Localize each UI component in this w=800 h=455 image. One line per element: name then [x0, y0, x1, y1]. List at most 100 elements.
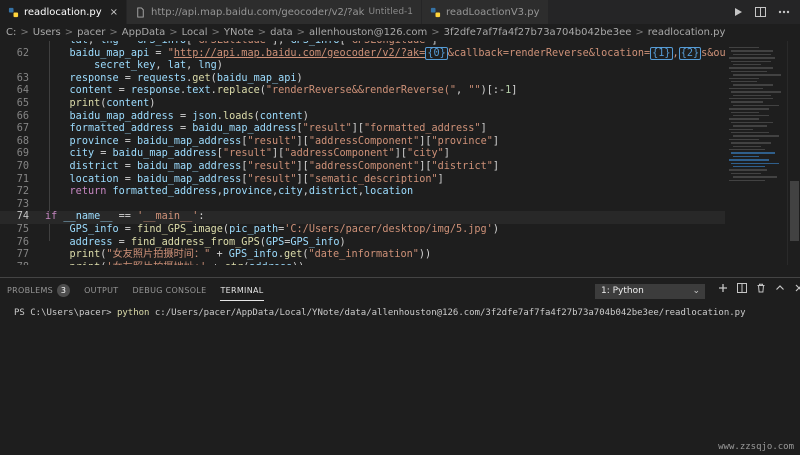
minimap-line: [731, 142, 771, 144]
breadcrumb-item[interactable]: Users: [33, 27, 61, 38]
minimap-line: [729, 159, 769, 161]
code-line[interactable]: 77 print("女友照片拍摄时间：" + GPS_info.get("dat…: [0, 249, 725, 262]
tab-readloactionv3[interactable]: readLoactionV3.py: [422, 0, 549, 24]
trash-icon[interactable]: [756, 283, 766, 293]
minimap-line: [733, 53, 771, 56]
code-text: if __name__ == '__main__':: [45, 211, 205, 223]
breadcrumb-item[interactable]: C:: [6, 27, 16, 38]
editor-scrollbar[interactable]: [787, 41, 800, 265]
breadcrumb-item[interactable]: readlocation.py: [648, 27, 726, 38]
minimap-line: [729, 149, 765, 151]
breadcrumb-item[interactable]: allenhouston@126.com: [309, 27, 427, 38]
line-number: 67: [16, 123, 29, 135]
terminal-args: c:/Users/pacer/AppData/Local/YNote/data/…: [149, 308, 746, 318]
code-text: GPS_info = find_GPS_image(pic_path='C:/U…: [69, 223, 499, 235]
breadcrumb: C: > Users > pacer > AppData > Local > YNote > data >…: [0, 24, 800, 41]
minimap-line: [729, 179, 765, 181]
minimap-line: [729, 47, 759, 49]
minimap-line: [731, 132, 769, 134]
breadcrumb-separator: >: [431, 27, 440, 38]
scrollbar-thumb[interactable]: [790, 181, 799, 241]
code-text: baidu_map_address = json.loads(content): [69, 110, 309, 122]
minimap-line: [729, 108, 769, 110]
minimap-line: [731, 121, 773, 124]
tab-sublabel: Untitled-1: [368, 7, 414, 17]
more-icon[interactable]: [778, 10, 790, 14]
minimap-line: [729, 67, 773, 69]
split-editor-icon[interactable]: [755, 7, 766, 17]
code-line[interactable]: 62 baidu_map_api = "http://api.map.baidu…: [0, 46, 725, 61]
breadcrumb-item[interactable]: AppData: [122, 27, 165, 38]
breadcrumb-separator: >: [64, 27, 74, 38]
minimap-line: [733, 104, 779, 107]
tab-untitled[interactable]: http://api.map.baidu.com/geocoder/v2/?ak…: [127, 0, 423, 24]
minimap-line: [733, 125, 767, 127]
tab-label: readlocation.py: [24, 6, 102, 18]
code-line[interactable]: 64 content = response.text.replace("rend…: [0, 85, 725, 98]
code-line[interactable]: 78 print('女友照片拍摄地址:' + str(address)): [0, 262, 725, 265]
terminal-output[interactable]: PS C:\Users\pacer> python c:/Users/pacer…: [14, 308, 746, 318]
breadcrumb-item[interactable]: data: [270, 27, 293, 38]
code-line[interactable]: 72 return formatted_address,province,cit…: [0, 186, 725, 199]
code-line[interactable]: 70 district = baidu_map_address["result"…: [0, 161, 725, 174]
minimap-line: [729, 138, 759, 141]
minimap-line: [729, 98, 773, 100]
code-line[interactable]: 73: [0, 199, 725, 212]
minimap-line: [731, 50, 773, 52]
panel-tab-terminal[interactable]: TERMINAL: [213, 278, 270, 304]
tab-close-icon[interactable]: ×: [110, 7, 118, 18]
tab-readlocation[interactable]: readlocation.py ×: [0, 0, 128, 24]
panel-tab-problems[interactable]: PROBLEMS 3: [0, 278, 77, 304]
code-line[interactable]: 76 address = find_address_from_GPS(GPS=G…: [0, 237, 725, 250]
minimap-line: [731, 111, 759, 113]
breadcrumb-item[interactable]: YNote: [224, 27, 254, 38]
close-icon[interactable]: [794, 283, 800, 293]
code-line[interactable]: 69 city = baidu_map_address["result"]["a…: [0, 148, 725, 161]
minimap-line: [729, 128, 753, 130]
minimap-line: [729, 169, 767, 171]
minimap[interactable]: [725, 41, 787, 265]
split-terminal-icon[interactable]: [737, 283, 747, 293]
code-text: return formatted_address,province,city,d…: [69, 186, 414, 198]
chevron-up-icon[interactable]: [775, 283, 785, 293]
play-icon[interactable]: [733, 7, 743, 17]
terminal-select[interactable]: 1: Python ⌄: [595, 284, 705, 299]
code-editor[interactable]: lat, lng = GPS_info['GPSLatitude'], GPS_…: [0, 41, 725, 265]
panel-tab-label: DEBUG CONSOLE: [132, 286, 207, 295]
minimap-line: [733, 176, 777, 178]
code-text: address = find_address_from_GPS(GPS=GPS_…: [69, 236, 346, 248]
minimap-line: [733, 64, 761, 66]
problems-count-badge: 3: [57, 284, 71, 297]
breadcrumb-separator: >: [109, 27, 118, 38]
minimap-line: [733, 94, 771, 96]
code-line[interactable]: 65 print(content): [0, 98, 725, 111]
bottom-panel: PROBLEMS 3 OUTPUT DEBUG CONSOLE TERMINAL 1: …: [0, 277, 800, 455]
code-text: print('女友照片拍摄地址:' + str(address)): [45, 262, 305, 265]
code-line[interactable]: 68 province = baidu_map_address["result"…: [0, 136, 725, 149]
code-line[interactable]: secret_key, lat, lng): [0, 60, 725, 73]
code-text: content = response.text.replace("renderR…: [69, 85, 518, 97]
line-number: 64: [16, 85, 29, 97]
code-line[interactable]: 66 baidu_map_address = json.loads(conten…: [0, 111, 725, 124]
code-text: district = baidu_map_address["result"]["…: [69, 160, 499, 172]
code-line[interactable]: 75 GPS_info = find_GPS_image(pic_path='C…: [0, 224, 725, 237]
code-line[interactable]: 74 if __name__ == '__main__':: [0, 211, 725, 224]
minimap-line: [733, 84, 773, 86]
minimap-line: [731, 91, 781, 93]
code-line[interactable]: 63 response = requests.get(baidu_map_api…: [0, 73, 725, 86]
minimap-line: [729, 118, 759, 120]
tab-label: http://api.map.baidu.com/geocoder/v2/?ak: [151, 6, 365, 18]
minimap-line: [733, 115, 769, 117]
breadcrumb-item[interactable]: Local: [182, 27, 208, 38]
code-line[interactable]: 67 formatted_address = baidu_map_address…: [0, 123, 725, 136]
breadcrumb-item[interactable]: pacer: [77, 27, 105, 38]
code-line[interactable]: 71 location = baidu_map_address["result"…: [0, 174, 725, 187]
panel-tab-output[interactable]: OUTPUT: [77, 278, 125, 304]
line-number: 78: [0, 262, 29, 265]
breadcrumb-item[interactable]: 3f2dfe7af7fa4f27b73a704b042be3ee: [444, 27, 632, 38]
panel-tab-debug-console[interactable]: DEBUG CONSOLE: [125, 278, 213, 304]
breadcrumb-separator: >: [257, 27, 267, 38]
file-icon: [137, 6, 144, 18]
tab-label: readLoactionV3.py: [446, 6, 540, 18]
plus-icon[interactable]: [718, 283, 728, 293]
